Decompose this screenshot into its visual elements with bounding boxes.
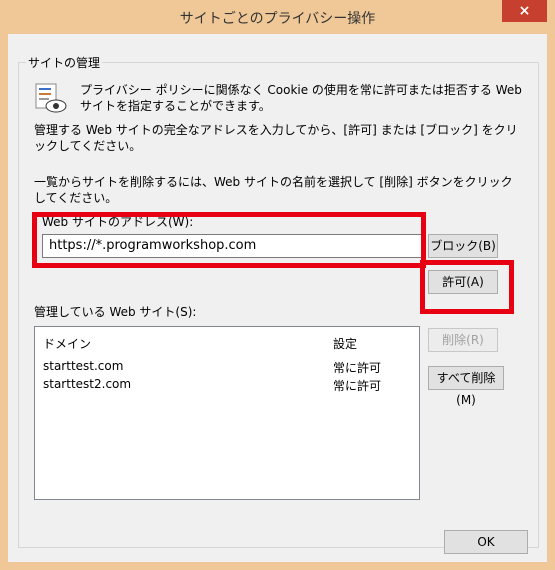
site-setting: 常に許可 — [333, 379, 382, 393]
address-input[interactable]: https://*.programworkshop.com — [42, 234, 422, 258]
title-bar: サイトごとのプライバシー操作 × — [0, 0, 555, 34]
site-setting: 常に許可 — [333, 361, 382, 375]
site-domain: starttest2.com — [43, 377, 132, 391]
instruction-text-2: 一覧からサイトを削除するには、Web サイトの名前を選択して [削除] ボタンを… — [34, 175, 513, 205]
address-label: Web サイトのアドレス(W): — [42, 215, 194, 229]
managed-sites-label: 管理している Web サイト(S): — [34, 305, 197, 319]
privacy-icon — [35, 83, 67, 113]
instruction-text-1: 管理する Web サイトの完全なアドレスを入力してから、[許可] または [ブロ… — [34, 123, 518, 153]
window-title: サイトごとのプライバシー操作 — [179, 11, 376, 27]
column-header-setting[interactable]: 設定 — [333, 335, 357, 352]
close-button[interactable]: × — [502, 0, 547, 22]
privacy-dialog: サイトごとのプライバシー操作 × サイトの管理 プライバシー ポリシーに関係なく… — [0, 0, 555, 570]
list-item[interactable]: starttest.com 常に許可 — [43, 359, 403, 375]
allow-button[interactable]: 許可(A) — [428, 270, 498, 294]
group-label: サイトの管理 — [26, 54, 103, 71]
remove-all-button[interactable]: すべて削除(M) — [428, 366, 504, 407]
description-text: プライバシー ポリシーに関係なく Cookie の使用を常に許可または拒否する … — [80, 83, 522, 113]
block-button[interactable]: ブロック(B) — [428, 234, 498, 258]
dialog-body: サイトの管理 プライバシー ポリシーに関係なく Cookie の使用を常に許可ま… — [8, 34, 547, 562]
column-header-domain[interactable]: ドメイン — [43, 335, 91, 352]
site-domain: starttest.com — [43, 359, 124, 373]
remove-button[interactable]: 削除(R) — [428, 328, 498, 352]
ok-button[interactable]: OK — [444, 530, 528, 554]
list-item[interactable]: starttest2.com 常に許可 — [43, 377, 403, 393]
managed-sites-list[interactable]: ドメイン 設定 starttest.com 常に許可 starttest2.co… — [34, 326, 420, 500]
